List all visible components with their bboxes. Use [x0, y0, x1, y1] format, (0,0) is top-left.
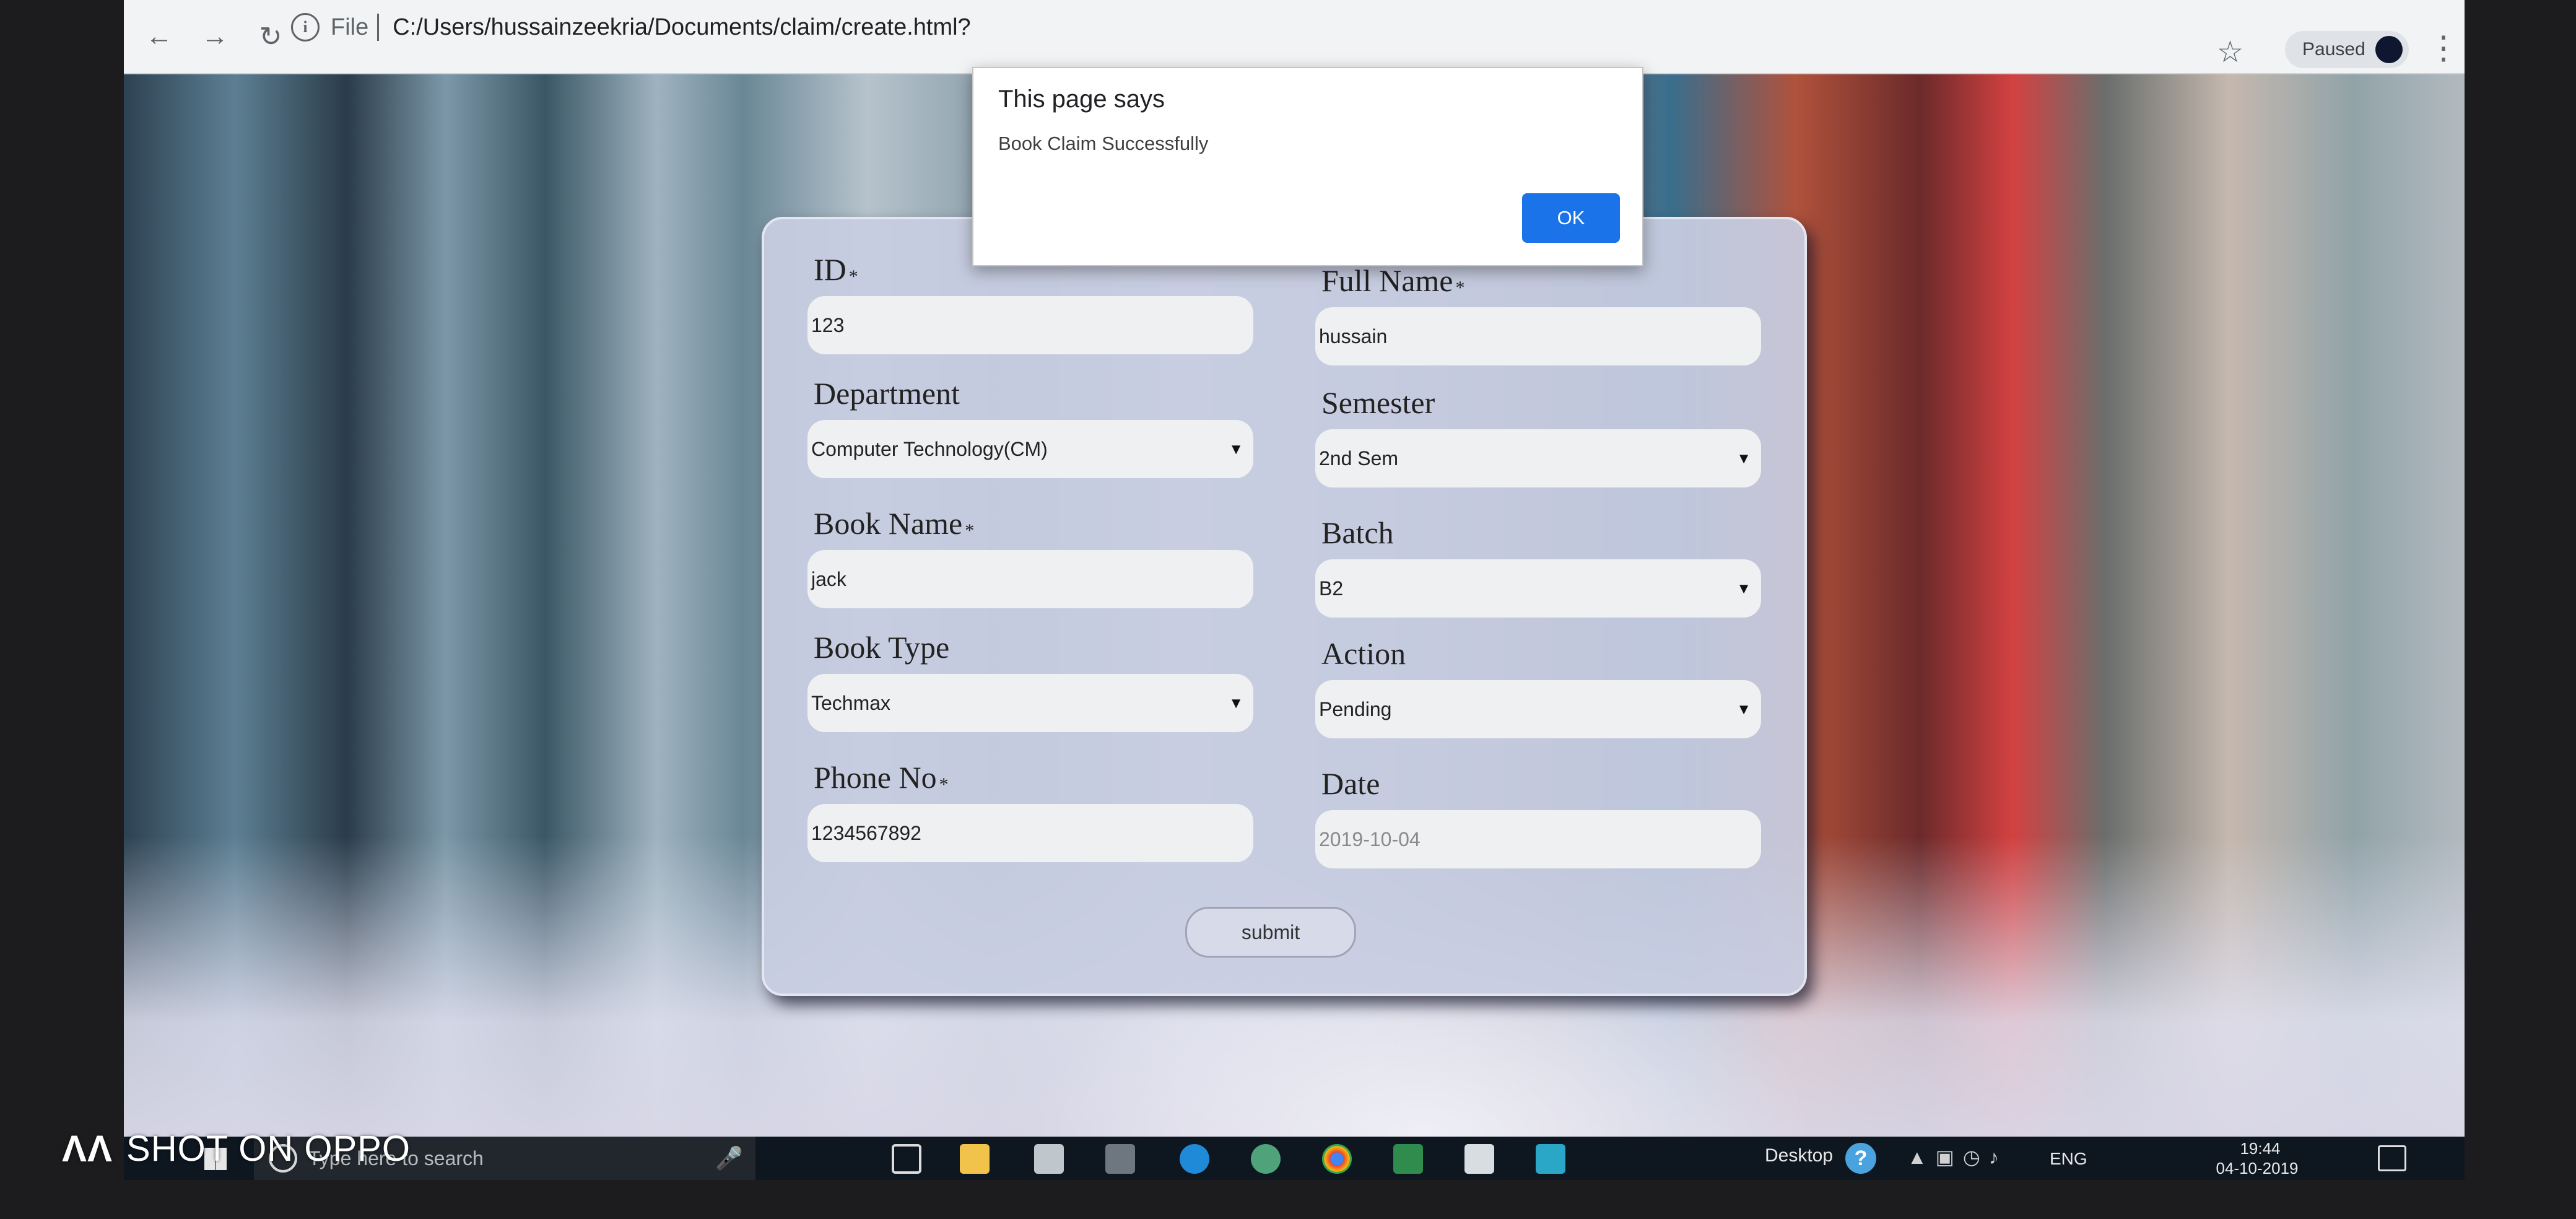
- batch-select[interactable]: B2 ▼: [1315, 559, 1761, 618]
- divider: [377, 14, 380, 41]
- book-name-label-text: Book Name: [814, 506, 963, 541]
- url-scheme: File: [331, 14, 369, 40]
- action-label: Action: [1321, 636, 1406, 671]
- required-marker: *: [965, 520, 975, 541]
- app-icon[interactable]: [1536, 1144, 1565, 1174]
- mail-icon[interactable]: [1034, 1144, 1064, 1174]
- book-type-select[interactable]: Techmax ▼: [807, 674, 1253, 732]
- document-icon[interactable]: [1464, 1144, 1494, 1174]
- taskbar: Type here to search 🎤 Desktop ? ▲▣◷♪ ENG…: [124, 1137, 2465, 1180]
- action-value: Pending: [1319, 697, 1392, 720]
- profile-button[interactable]: Paused: [2285, 31, 2409, 68]
- department-value: Computer Technology(CM): [811, 437, 1048, 460]
- watermark-text: SHOT ON OPPO: [126, 1129, 411, 1169]
- clock-date[interactable]: 04-10-2019: [2211, 1159, 2304, 1178]
- action-select[interactable]: Pending ▼: [1315, 680, 1761, 738]
- file-explorer-icon[interactable]: [960, 1144, 990, 1174]
- chrome-icon[interactable]: [1322, 1144, 1352, 1174]
- book-type-value: Techmax: [811, 691, 891, 714]
- department-field-group: Department Computer Technology(CM) ▼: [807, 368, 1253, 478]
- book-type-field-group: Book Type Techmax ▼: [807, 622, 1253, 732]
- task-view-icon[interactable]: [892, 1144, 921, 1174]
- department-label: Department: [814, 376, 960, 411]
- camera-watermark: ΛΛ SHOT ON OPPO: [62, 1127, 411, 1170]
- semester-select[interactable]: 2nd Sem ▼: [1315, 429, 1761, 487]
- phone-label-text: Phone No: [814, 760, 937, 795]
- profile-status: Paused: [2302, 39, 2365, 59]
- date-input[interactable]: 2019-10-04: [1315, 810, 1761, 868]
- oppo-logo-icon: ΛΛ: [62, 1128, 113, 1169]
- language-indicator[interactable]: ENG: [2050, 1149, 2087, 1169]
- batch-field-group: Batch B2 ▼: [1315, 507, 1761, 618]
- required-marker: *: [939, 774, 949, 795]
- avatar: [2375, 36, 2403, 63]
- id-label-text: ID: [814, 252, 846, 287]
- batch-label: Batch: [1321, 515, 1394, 550]
- dropdown-arrow-icon: ▼: [1736, 701, 1751, 718]
- book-name-input[interactable]: jack: [807, 550, 1253, 608]
- full-name-label-text: Full Name: [1321, 263, 1453, 298]
- claim-form: ID * 123 Full Name * hussain Department Co…: [762, 217, 1807, 996]
- semester-label: Semester: [1321, 385, 1435, 420]
- dropdown-arrow-icon: ▼: [1736, 580, 1751, 597]
- book-type-label: Book Type: [814, 630, 950, 665]
- browser-menu-icon[interactable]: ⋮: [2427, 32, 2460, 64]
- address-bar[interactable]: i File C:/Users/hussainzeekria/Documents…: [291, 2, 2384, 52]
- date-placeholder: 2019-10-04: [1319, 828, 1421, 850]
- phone-label: Phone No *: [807, 752, 1253, 795]
- forward-icon[interactable]: →: [194, 16, 235, 57]
- semester-field-group: Semester 2nd Sem ▼: [1315, 377, 1761, 487]
- dropdown-arrow-icon: ▼: [1229, 441, 1243, 458]
- required-marker: *: [848, 266, 858, 287]
- edge-icon[interactable]: [1180, 1144, 1209, 1174]
- id-input[interactable]: 123: [807, 296, 1253, 354]
- full-name-input[interactable]: hussain: [1315, 307, 1761, 365]
- book-name-label: Book Name *: [807, 498, 1253, 541]
- alert-dialog: This page says Book Claim Successfully O…: [972, 67, 1643, 266]
- ok-button[interactable]: OK: [1522, 193, 1620, 243]
- excel-icon[interactable]: [1393, 1144, 1423, 1174]
- chat-app-icon[interactable]: [1251, 1144, 1281, 1174]
- id-value: 123: [811, 313, 845, 336]
- phone-field-group: Phone No * 1234567892: [807, 752, 1253, 862]
- phone-value: 1234567892: [811, 821, 921, 844]
- store-icon[interactable]: [1105, 1144, 1135, 1174]
- back-icon[interactable]: ←: [139, 16, 180, 57]
- dialog-title: This page says: [998, 85, 1165, 113]
- clock-time[interactable]: 19:44: [2223, 1139, 2297, 1158]
- phone-input[interactable]: 1234567892: [807, 804, 1253, 862]
- help-icon[interactable]: ?: [1845, 1143, 1876, 1174]
- laptop-screen: ← → ↻ i File C:/Users/hussainzeekria/Doc…: [124, 0, 2465, 1180]
- dialog-message: Book Claim Successfully: [998, 133, 1209, 154]
- reload-icon[interactable]: ↻: [250, 16, 291, 57]
- submit-button[interactable]: submit: [1185, 907, 1356, 958]
- bookmark-star-icon[interactable]: ☆: [2217, 35, 2243, 69]
- date-label: Date: [1321, 766, 1380, 801]
- full-name-value: hussain: [1319, 325, 1388, 347]
- dropdown-arrow-icon: ▼: [1229, 695, 1243, 712]
- browser-toolbar: ← → ↻ i File C:/Users/hussainzeekria/Doc…: [124, 0, 2465, 74]
- semester-value: 2nd Sem: [1319, 447, 1399, 470]
- system-tray-icons[interactable]: ▲▣◷♪: [1907, 1145, 2008, 1169]
- url-text[interactable]: C:/Users/hussainzeekria/Documents/claim/…: [393, 14, 970, 41]
- microphone-icon[interactable]: 🎤: [715, 1145, 743, 1171]
- batch-value: B2: [1319, 577, 1344, 600]
- required-marker: *: [1455, 277, 1465, 298]
- book-name-field-group: Book Name * jack: [807, 498, 1253, 608]
- dropdown-arrow-icon: ▼: [1736, 450, 1751, 467]
- action-field-group: Action Pending ▼: [1315, 628, 1761, 738]
- book-name-value: jack: [811, 567, 846, 590]
- desktop-toolbar-label[interactable]: Desktop: [1765, 1145, 1833, 1166]
- info-icon[interactable]: i: [291, 13, 320, 42]
- date-field-group: Date 2019-10-04: [1315, 758, 1761, 868]
- full-name-field-group: Full Name * hussain: [1315, 255, 1761, 365]
- notification-icon[interactable]: [2378, 1145, 2406, 1171]
- department-select[interactable]: Computer Technology(CM) ▼: [807, 420, 1253, 478]
